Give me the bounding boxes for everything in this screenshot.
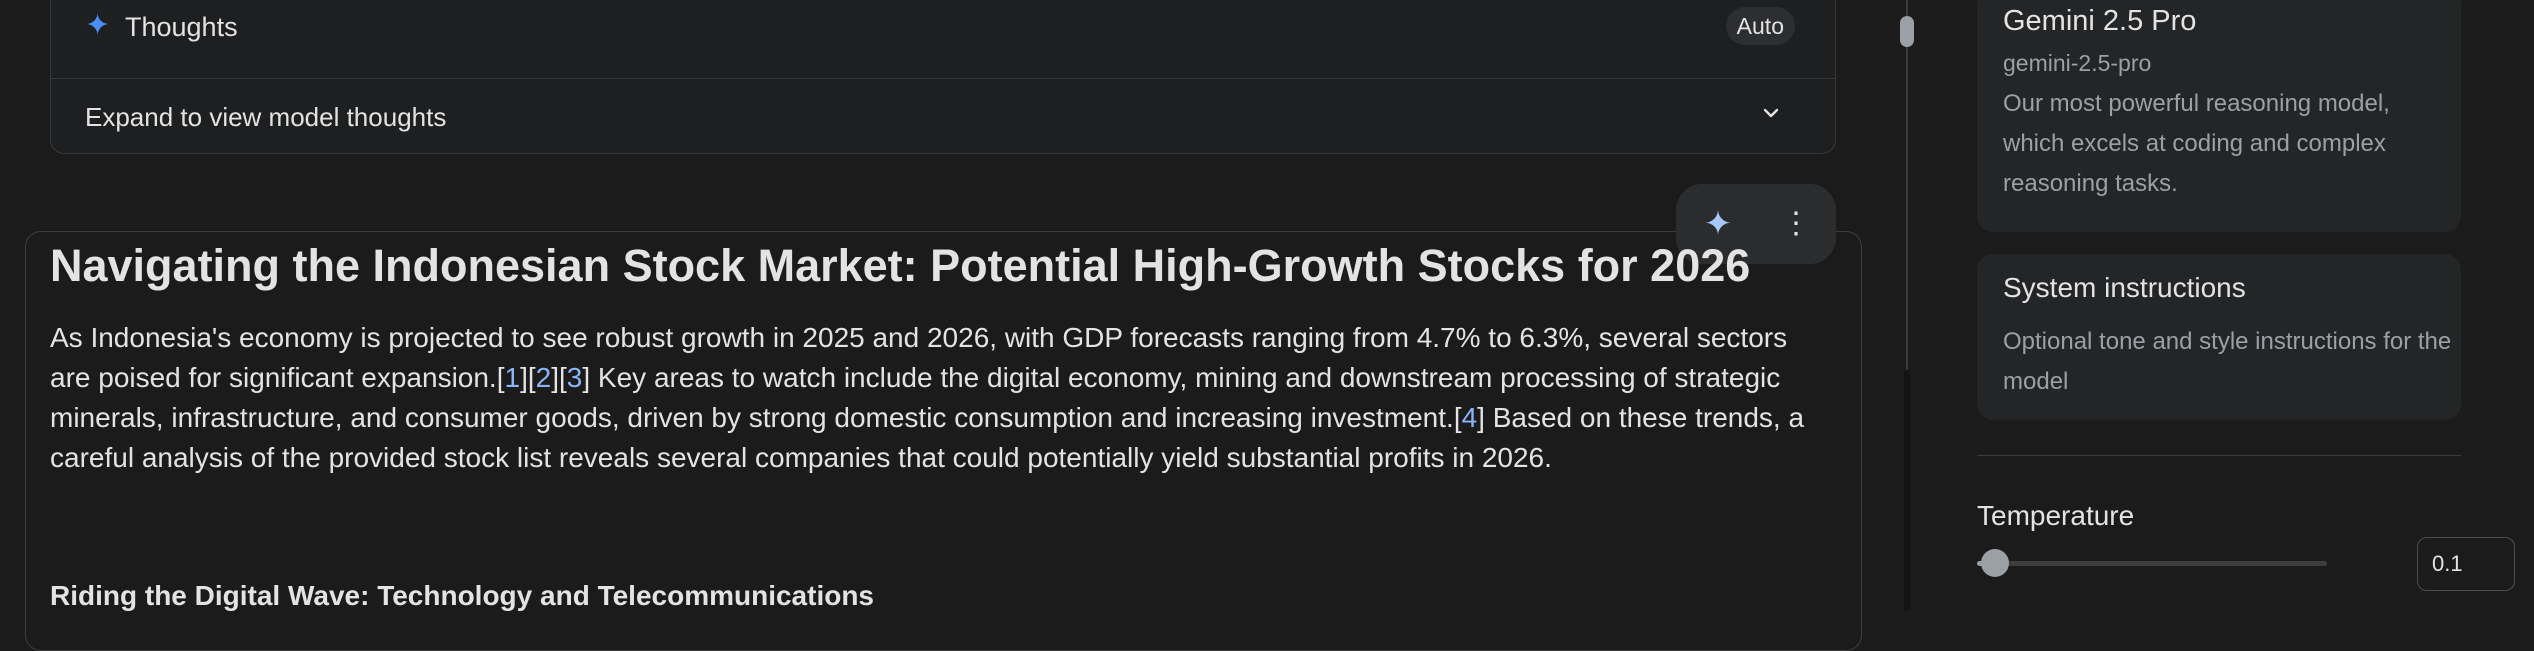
run-settings-panel: Gemini 2.5 Pro gemini-2.5-pro Our most p…	[1950, 0, 2534, 610]
scrollbar-track-lower	[1904, 370, 1910, 610]
response-subheading: Riding the Digital Wave: Technology and …	[50, 580, 875, 611]
model-description: Our most powerful reasoning model, which…	[2003, 90, 2390, 197]
scrollbar-thumb[interactable]	[1900, 16, 1914, 47]
chevron-down-icon[interactable]	[1757, 99, 1785, 127]
citation-link[interactable]: 4	[1462, 402, 1478, 433]
expand-thoughts-toggle[interactable]: Expand to view model thoughts	[85, 102, 446, 133]
model-name: Gemini 2.5 Pro	[2003, 5, 2197, 37]
citation-link[interactable]: 2	[536, 362, 552, 393]
system-instructions-title: System instructions	[2003, 272, 2246, 303]
section-divider	[1977, 455, 2461, 456]
sparkle-icon[interactable]: ✦	[1700, 206, 1736, 242]
thoughts-title: Thoughts	[125, 12, 238, 42]
system-instructions-card[interactable]: System instructions Optional tone and st…	[1977, 254, 2461, 420]
response-title: Navigating the Indonesian Stock Market: …	[50, 240, 1751, 291]
temperature-input[interactable]	[2417, 537, 2515, 591]
temperature-slider-thumb[interactable]	[1981, 549, 2009, 577]
response-paragraph: As Indonesia's economy is projected to s…	[50, 322, 1805, 473]
citation-link[interactable]: 1	[505, 362, 521, 393]
system-instructions-description: Optional tone and style instructions for…	[2003, 328, 2452, 395]
more-vert-icon[interactable]: ⋮	[1778, 206, 1814, 242]
temperature-slider-track[interactable]	[1977, 561, 2327, 566]
model-id: gemini-2.5-pro	[2003, 50, 2152, 76]
citation-link[interactable]: 3	[567, 362, 583, 393]
thoughts-header: ✦ Thoughts Auto	[51, 0, 1835, 79]
thinking-mode-badge[interactable]: Auto	[1725, 7, 1795, 45]
sparkle-icon: ✦	[85, 9, 111, 42]
model-selector-card[interactable]: Gemini 2.5 Pro gemini-2.5-pro Our most p…	[1977, 0, 2461, 232]
thoughts-panel: ✦ Thoughts Auto Expand to view model tho…	[50, 0, 1836, 154]
temperature-label: Temperature	[1977, 500, 2135, 531]
